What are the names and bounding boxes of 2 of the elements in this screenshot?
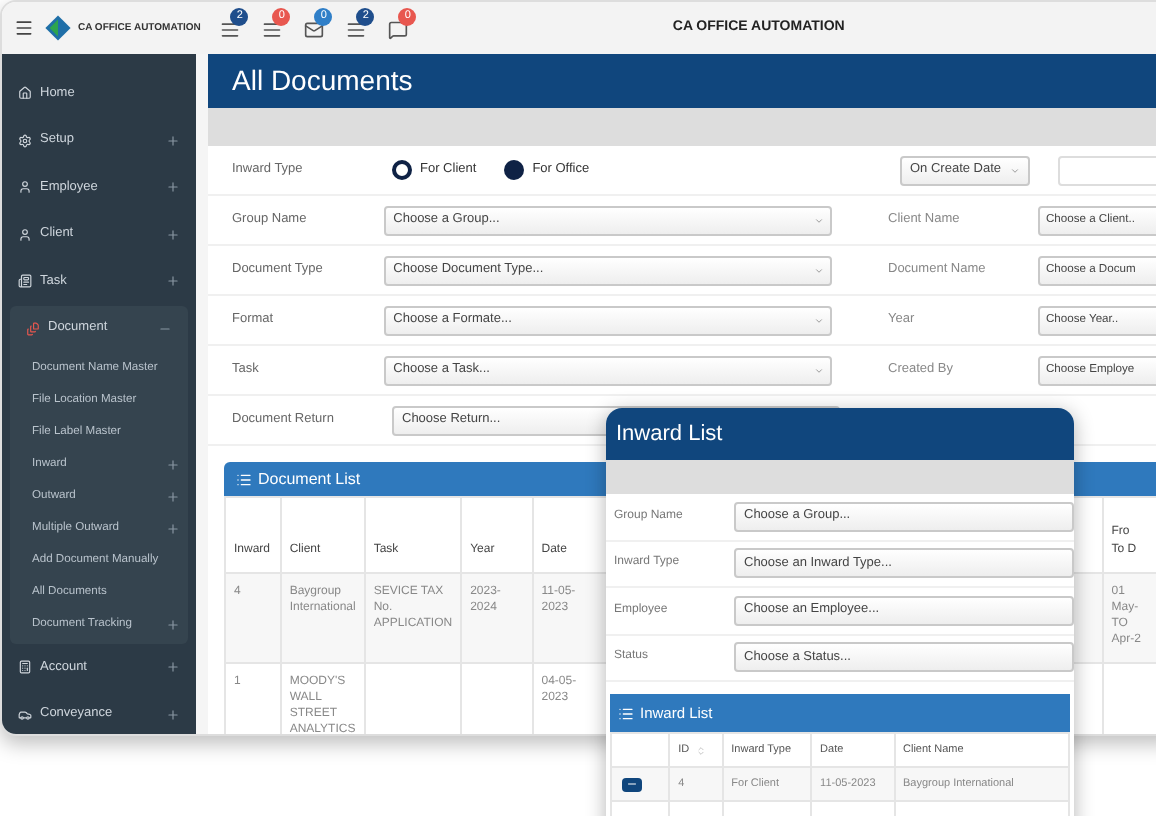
popup-header: Inward List	[606, 408, 1074, 460]
page-title: All Documents	[232, 62, 413, 100]
